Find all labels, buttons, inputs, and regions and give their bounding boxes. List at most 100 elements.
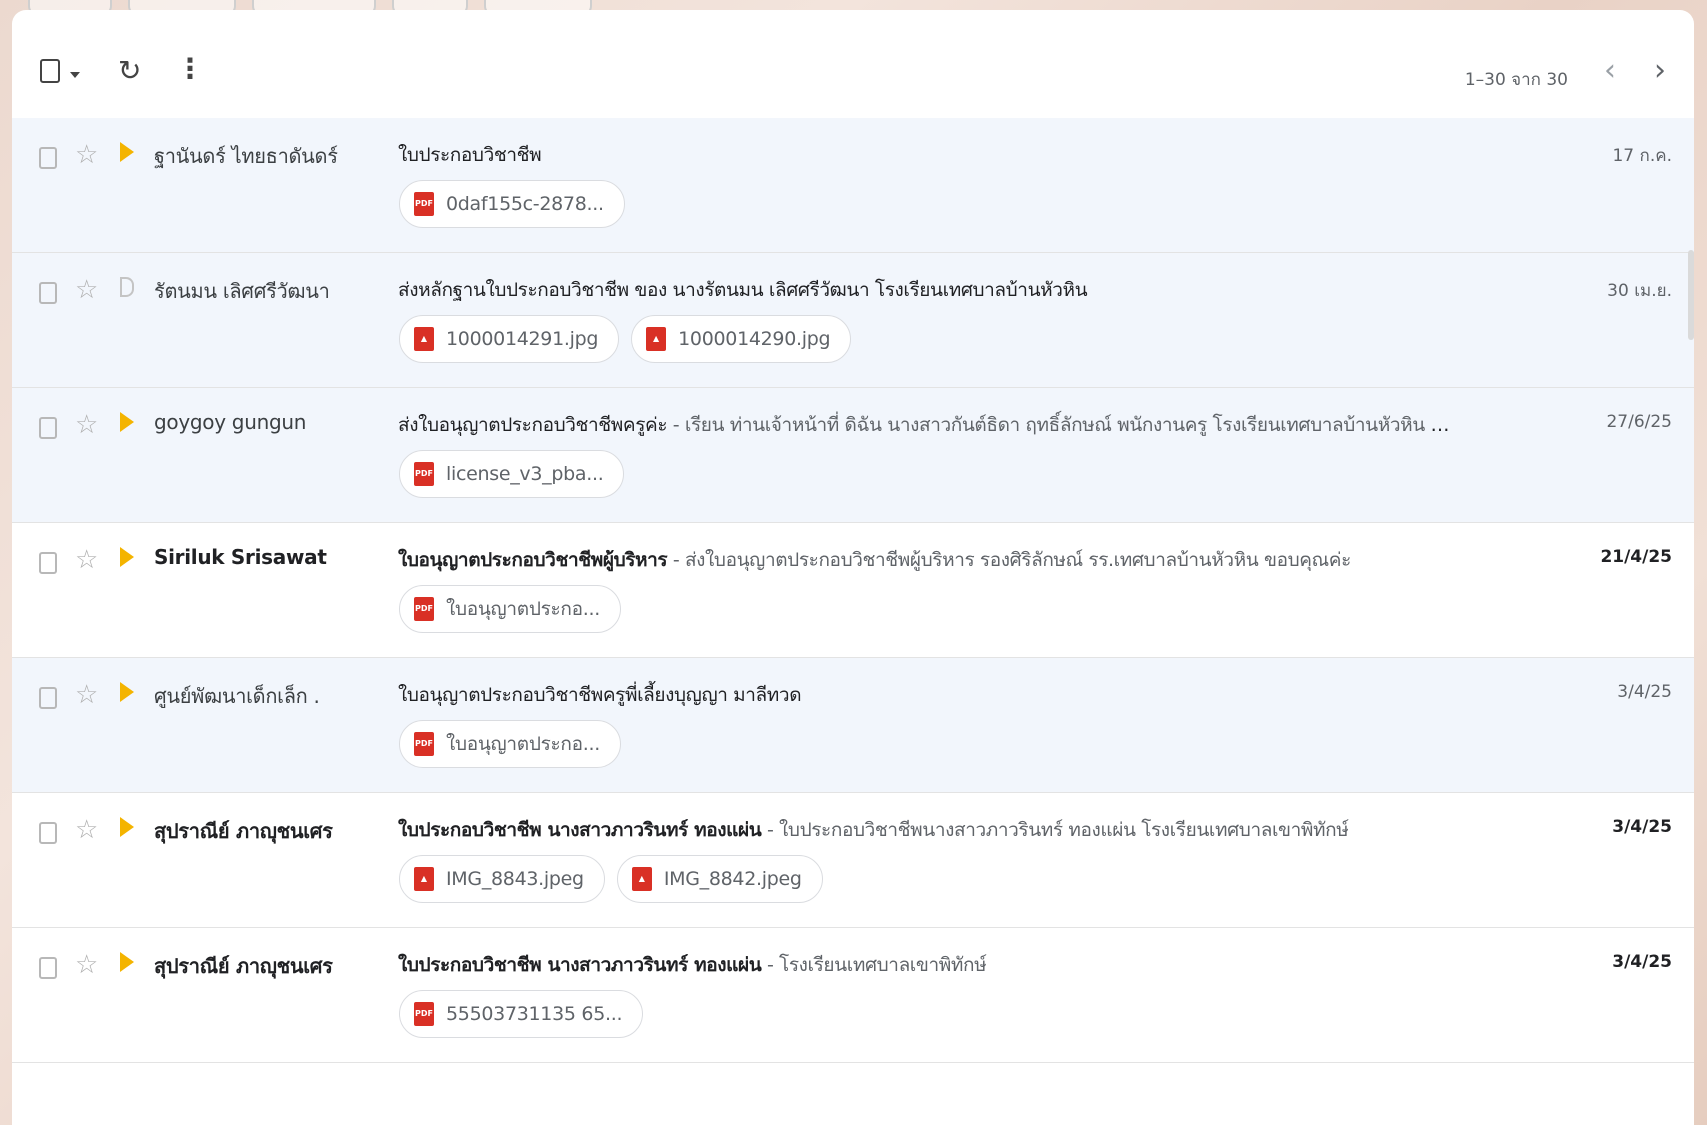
attachment-name: IMG_8843.jpeg — [446, 868, 584, 890]
attachment-chip[interactable]: ▲ 1000014291.jpg — [399, 315, 620, 363]
list-toolbar: ↻ ⋮ 1–30 จาก 30 ‹ › — [12, 10, 1694, 118]
previous-page-icon[interactable]: ‹ — [1604, 56, 1616, 86]
pdf-icon: PDF — [414, 732, 434, 756]
sender-name: goygoy gungun — [154, 410, 307, 434]
email-subject: ใบประกอบวิชาชีพ นางสาวภาวรินทร์ ทองแผ่น — [398, 954, 762, 976]
more-options-icon[interactable]: ⋮ — [176, 54, 204, 84]
email-row[interactable]: ☆ ฐานันดร์ ไทยธาดันดร์ ใบประกอบวิชาชีพ 1… — [12, 118, 1694, 253]
image-icon: ▲ — [414, 327, 434, 351]
attachment-chip[interactable]: PDF license_v3_pba... — [399, 450, 625, 498]
subject-line: ใบประกอบวิชาชีพ — [398, 140, 1458, 170]
pdf-icon: PDF — [414, 462, 434, 486]
attachment-chip[interactable]: ▲ 1000014290.jpg — [631, 315, 852, 363]
importance-marker-icon[interactable] — [120, 412, 134, 432]
email-date: 17 ก.ค. — [1612, 146, 1672, 166]
attachment-name: ใบอนุญาตประกอ... — [446, 733, 600, 755]
star-icon[interactable]: ☆ — [75, 950, 98, 980]
subject-line: ใบอนุญาตประกอบวิชาชีพผู้บริหาร - ส่งใบอน… — [398, 545, 1458, 575]
select-all-checkbox[interactable] — [40, 59, 60, 83]
attachment-list: PDF 0daf155c-2878... — [399, 180, 625, 228]
attachment-name: 55503731135 65... — [446, 1003, 623, 1025]
pdf-icon: PDF — [414, 192, 434, 216]
row-checkbox[interactable] — [39, 417, 57, 439]
attachment-list: PDF 55503731135 65... — [399, 990, 644, 1038]
attachment-name: IMG_8842.jpeg — [663, 868, 802, 890]
select-dropdown-icon[interactable] — [70, 72, 80, 78]
row-checkbox[interactable] — [39, 282, 57, 304]
attachment-list: PDF license_v3_pba... — [399, 450, 625, 498]
sender-name: ฐานันดร์ ไทยธาดันดร์ — [154, 144, 338, 168]
scrollbar[interactable] — [1688, 250, 1694, 340]
next-page-icon[interactable]: › — [1654, 56, 1666, 86]
subject-line: ใบประกอบวิชาชีพ นางสาวภาวรินทร์ ทองแผ่น … — [398, 950, 1458, 980]
email-date: 27/6/25 — [1606, 412, 1672, 432]
star-icon[interactable]: ☆ — [75, 545, 98, 575]
email-date: 3/4/25 — [1612, 952, 1672, 972]
importance-marker-icon[interactable] — [120, 142, 134, 162]
star-icon[interactable]: ☆ — [75, 140, 98, 170]
email-subject: ส่งใบอนุญาตประกอบวิชาชีพครูค่ะ — [398, 414, 668, 436]
email-date: 3/4/25 — [1617, 682, 1672, 702]
email-subject: ใบอนุญาตประกอบวิชาชีพครูพี่เลี้ยงบุญญา ม… — [398, 684, 802, 706]
email-row[interactable]: ☆ สุปราณีย์ ภาญุชนเศร ใบประกอบวิชาชีพ นา… — [12, 928, 1694, 1063]
email-subject: ส่งหลักฐานใบประกอบวิชาชีพ ของ นางรัตนมน … — [398, 279, 1088, 301]
pdf-icon: PDF — [414, 597, 434, 621]
email-row[interactable]: ☆ รัตนมน เลิศศรีวัฒนา ส่งหลักฐานใบประกอบ… — [12, 253, 1694, 388]
attachment-name: 0daf155c-2878... — [446, 193, 604, 215]
importance-marker-icon[interactable] — [120, 817, 134, 837]
attachment-chip[interactable]: ▲ IMG_8842.jpeg — [616, 855, 823, 903]
star-icon[interactable]: ☆ — [75, 815, 98, 845]
email-snippet: - เรียน ท่านเจ้าหน้าที่ ดิฉัน นางสาวกันต… — [672, 414, 1458, 436]
sender-name: Siriluk Srisawat — [154, 545, 327, 569]
email-subject: ใบประกอบวิชาชีพ นางสาวภาวรินทร์ ทองแผ่น — [398, 819, 762, 841]
row-checkbox[interactable] — [39, 822, 57, 844]
sender-name: ศูนย์พัฒนาเด็กเล็ก . — [154, 684, 320, 708]
attachment-chip[interactable]: PDF ใบอนุญาตประกอ... — [399, 585, 621, 633]
subject-line: ส่งใบอนุญาตประกอบวิชาชีพครูค่ะ - เรียน ท… — [398, 410, 1458, 440]
sender-name: รัตนมน เลิศศรีวัฒนา — [154, 279, 330, 303]
attachment-list: PDF ใบอนุญาตประกอ... — [399, 585, 621, 633]
subject-line: ใบอนุญาตประกอบวิชาชีพครูพี่เลี้ยงบุญญา ม… — [398, 680, 1458, 710]
attachment-name: ใบอนุญาตประกอ... — [446, 598, 600, 620]
image-icon: ▲ — [646, 327, 667, 351]
sender-name: สุปราณีย์ ภาญุชนเศร — [154, 954, 333, 978]
row-checkbox[interactable] — [39, 687, 57, 709]
row-checkbox[interactable] — [39, 147, 57, 169]
importance-marker-icon[interactable] — [120, 682, 134, 702]
row-checkbox[interactable] — [39, 552, 57, 574]
attachment-chip[interactable]: PDF 55503731135 65... — [399, 990, 644, 1038]
pagination-count: 1–30 จาก 30 — [1464, 70, 1568, 90]
mail-list-panel: ↻ ⋮ 1–30 จาก 30 ‹ › ☆ ฐานันดร์ ไทยธาดันด… — [12, 10, 1694, 1125]
image-icon: ▲ — [631, 867, 652, 891]
attachment-list: ▲ 1000014291.jpg ▲ 1000014290.jpg — [399, 315, 852, 363]
importance-marker-icon[interactable] — [120, 277, 134, 297]
attachment-list: PDF ใบอนุญาตประกอ... — [399, 720, 621, 768]
email-date: 30 เม.ย. — [1607, 281, 1672, 301]
importance-marker-icon[interactable] — [120, 952, 134, 972]
refresh-icon[interactable]: ↻ — [118, 56, 141, 86]
pdf-icon: PDF — [414, 1002, 434, 1026]
attachment-chip[interactable]: ▲ IMG_8843.jpeg — [399, 855, 605, 903]
email-row[interactable]: ☆ Siriluk Srisawat ใบอนุญาตประกอบวิชาชีพ… — [12, 523, 1694, 658]
image-icon: ▲ — [414, 867, 434, 891]
email-snippet: - ใบประกอบวิชาชีพนางสาวภาวรินทร์ ทองแผ่น… — [761, 819, 1349, 841]
email-row[interactable]: ☆ สุปราณีย์ ภาญุชนเศร ใบประกอบวิชาชีพ นา… — [12, 793, 1694, 928]
subject-line: ส่งหลักฐานใบประกอบวิชาชีพ ของ นางรัตนมน … — [398, 275, 1458, 305]
star-icon[interactable]: ☆ — [75, 275, 98, 305]
email-date: 3/4/25 — [1612, 817, 1672, 837]
attachment-chip[interactable]: PDF 0daf155c-2878... — [399, 180, 625, 228]
email-row[interactable]: ☆ goygoy gungun ส่งใบอนุญาตประกอบวิชาชีพ… — [12, 388, 1694, 523]
email-row[interactable]: ☆ ศูนย์พัฒนาเด็กเล็ก . ใบอนุญาตประกอบวิช… — [12, 658, 1694, 793]
email-list: ☆ ฐานันดร์ ไทยธาดันดร์ ใบประกอบวิชาชีพ 1… — [12, 118, 1694, 1063]
row-checkbox[interactable] — [39, 957, 57, 979]
attachment-list: ▲ IMG_8843.jpeg ▲ IMG_8842.jpeg — [399, 855, 823, 903]
attachment-chip[interactable]: PDF ใบอนุญาตประกอ... — [399, 720, 621, 768]
attachment-name: 1000014290.jpg — [678, 328, 831, 350]
importance-marker-icon[interactable] — [120, 547, 134, 567]
email-subject: ใบประกอบวิชาชีพ — [398, 144, 542, 166]
star-icon[interactable]: ☆ — [75, 410, 98, 440]
star-icon[interactable]: ☆ — [75, 680, 98, 710]
email-date: 21/4/25 — [1600, 547, 1672, 567]
sender-name: สุปราณีย์ ภาญุชนเศร — [154, 819, 333, 843]
email-subject: ใบอนุญาตประกอบวิชาชีพผู้บริหาร — [398, 549, 668, 571]
